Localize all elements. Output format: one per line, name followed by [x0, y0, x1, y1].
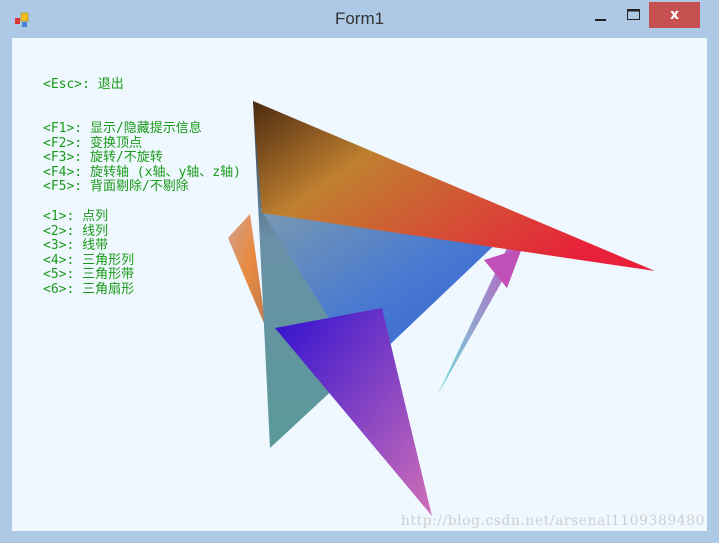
help-line: <6>: 三角扇形: [43, 281, 135, 297]
help-esc: <Esc>: 退出: [43, 77, 124, 92]
close-button[interactable]: x: [649, 2, 700, 28]
close-icon: x: [669, 7, 680, 23]
triangle-magenta: [484, 248, 522, 288]
maximize-icon: [627, 9, 640, 20]
minimize-icon: [595, 19, 606, 21]
help-line: <1>: 点列: [43, 209, 109, 224]
maximize-button[interactable]: [618, 2, 648, 28]
help-line: <F4>: 旋转轴 (x轴、y轴、z轴): [43, 164, 241, 180]
help-line: <3>: 线带: [43, 238, 109, 253]
help-line: <F2>: 变换顶点: [43, 135, 142, 151]
help-line: <F5>: 背面剔除/不剔除: [43, 179, 189, 194]
help-line: <2>: 线列: [43, 223, 109, 239]
title-bar[interactable]: Form1 x: [0, 0, 719, 38]
help-line: <F1>: 显示/隐藏提示信息: [43, 121, 202, 136]
watermark: http://blog.csdn.net/arsenal1109389480: [400, 513, 705, 529]
help-line: <4>: 三角形列: [43, 252, 135, 268]
minimize-button[interactable]: [586, 2, 616, 28]
help-line: <F3>: 旋转/不旋转: [43, 150, 163, 165]
help-line: <5>: 三角形带: [43, 267, 135, 282]
render-area[interactable]: <Esc>: 退出 <F1>: 显示/隐藏提示信息 <F2>: 变换顶点 <F3…: [12, 38, 707, 531]
